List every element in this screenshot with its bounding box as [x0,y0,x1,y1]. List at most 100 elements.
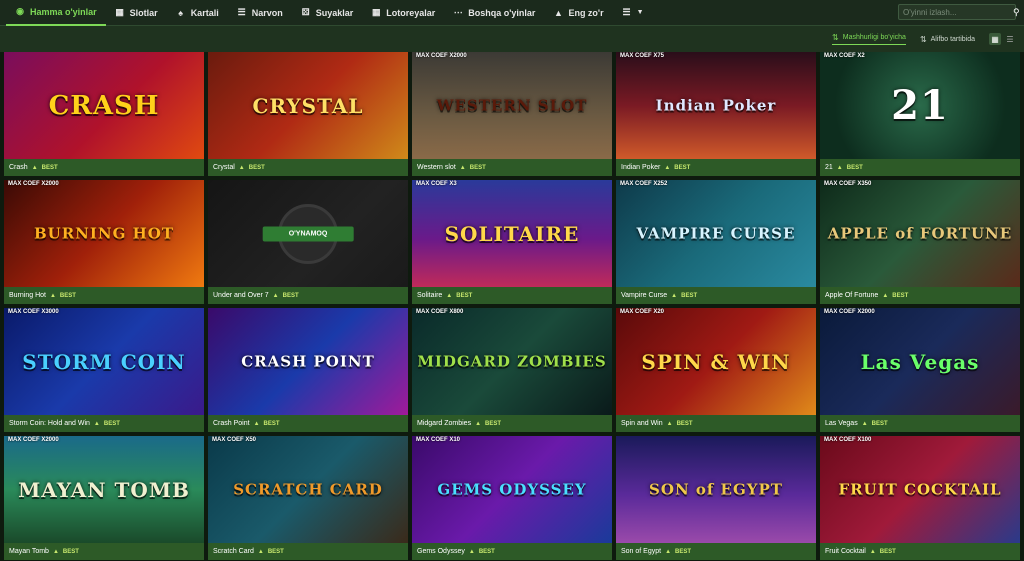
game-card[interactable]: Las Vegas MAX COEF X2000 Las Vegas ▲ BEST [820,308,1020,432]
game-footer: Son of Egypt ▲ BEST [616,543,816,560]
best-badge: BEST [478,548,495,555]
flame-icon: ▲ [666,420,673,427]
game-thumbnail[interactable]: GEMS ODYSSEY MAX COEF X10 [412,436,612,543]
flame-icon: ▲ [882,292,889,299]
game-card[interactable]: BURNING HOT MAX COEF X2000 Burning Hot ▲ BES… [4,180,204,304]
game-card[interactable]: O'YNAMOQ Under and Over 7 ▲ BEST [208,180,408,304]
flame-icon: ▲ [861,420,868,427]
game-logo: SON of EGYPT [649,480,783,498]
game-thumbnail[interactable]: Indian Poker MAX COEF X75 [616,52,816,159]
best-badge: BEST [59,292,76,299]
game-card[interactable]: CRASH POINT Crash Point ▲ BEST [208,308,408,432]
best-badge: BEST [263,420,280,427]
play-button[interactable]: O'YNAMOQ [262,226,354,241]
game-thumbnail[interactable]: SOLITAIRE MAX COEF X3 [412,180,612,287]
gamepad-icon: ◉ [16,6,24,16]
nav-more-menu[interactable]: ☰ ▼ [613,0,653,26]
game-logo: BURNING HOT [33,224,175,242]
nav-lotteries[interactable]: ▦ Lotoreyalar [362,0,444,26]
max-coef-label: MAX COEF X2 [824,53,865,59]
game-logo: MAYAN TOMB [18,477,190,502]
game-logo: 21 [891,81,949,129]
nav-all-games[interactable]: ◉ Hamma o'yinlar [6,0,106,26]
max-coef-label: MAX COEF X252 [620,181,668,187]
game-title: Gems Odyssey [417,548,465,555]
game-card[interactable]: MIDGARD ZOMBIES MAX COEF X800 Midgard Zomb… [412,308,612,432]
game-card[interactable]: GEMS ODYSSEY MAX COEF X10 Gems Odyssey ▲ BES… [412,436,612,560]
game-card[interactable]: STORM COIN MAX COEF X3000 Storm Coin: Hold… [4,308,204,432]
game-logo: CRYSTAL [252,93,364,118]
game-thumbnail[interactable]: MAYAN TOMB MAX COEF X2000 [4,436,204,543]
sort-popular[interactable]: ⇅ Mashhurligi bo'yicha [832,33,906,45]
game-card[interactable]: APPLE of FORTUNE MAX COEF X350 Apple Of Fo… [820,180,1020,304]
max-coef-label: MAX COEF X50 [212,437,257,443]
sort-popular-label: Mashhurligi bo'yicha [842,34,906,41]
game-card[interactable]: 21 MAX COEF X2 21 ▲ BEST [820,52,1020,176]
sort-bar: ⇅ Mashhurligi bo'yicha ⇅ Alifbo tartibid… [0,26,1024,52]
grid-view-icon[interactable]: ▦ [989,33,1001,45]
max-coef-label: MAX COEF X2000 [8,437,59,443]
max-coef-label: MAX COEF X100 [824,437,872,443]
sort-alphabetical[interactable]: ⇅ Alifbo tartibida [920,35,975,44]
nav-dice[interactable]: ⚄ Suyaklar [292,0,363,26]
nav-cards[interactable]: ♠ Kartali [167,0,228,26]
game-thumbnail[interactable]: STORM COIN MAX COEF X3000 [4,308,204,415]
max-coef-label: MAX COEF X75 [620,53,665,59]
best-badge: BEST [456,292,473,299]
nav-best[interactable]: ▲ Eng zo'r [544,0,612,26]
game-thumbnail[interactable]: CRASH POINT [208,308,408,415]
game-thumbnail[interactable]: 21 MAX COEF X2 [820,52,1020,159]
game-card[interactable]: WESTERN SLOT MAX COEF X2000 Western slot ▲ B… [412,52,612,176]
game-footer: Western slot ▲ BEST [412,159,612,176]
game-card[interactable]: CRASH Crash ▲ BEST [4,52,204,176]
best-badge: BEST [892,292,909,299]
game-card[interactable]: Indian Poker MAX COEF X75 Indian Poker ▲ BES… [616,52,816,176]
flame-icon: ▲ [671,292,678,299]
nav-other-games[interactable]: ⋯ Boshqa o'yinlar [444,0,544,26]
game-thumbnail[interactable]: O'YNAMOQ [208,180,408,287]
game-card[interactable]: SPIN & WIN MAX COEF X20 Spin and Win ▲ BEST [616,308,816,432]
max-coef-label: MAX COEF X350 [824,181,872,187]
game-logo: APPLE of FORTUNE [827,224,1013,242]
game-card[interactable]: SON of EGYPT Son of Egypt ▲ BEST [616,436,816,560]
game-thumbnail[interactable]: BURNING HOT MAX COEF X2000 [4,180,204,287]
game-thumbnail[interactable]: Las Vegas MAX COEF X2000 [820,308,1020,415]
max-coef-label: MAX COEF X800 [416,309,464,315]
dots-icon: ⋯ [453,7,463,17]
game-thumbnail[interactable]: SON of EGYPT [616,436,816,543]
best-badge: BEST [675,548,692,555]
game-thumbnail[interactable]: SCRATCH CARD MAX COEF X50 [208,436,408,543]
game-title: Crash Point [213,420,250,427]
game-thumbnail[interactable]: SPIN & WIN MAX COEF X20 [616,308,816,415]
game-thumbnail[interactable]: WESTERN SLOT MAX COEF X2000 [412,52,612,159]
ladder-icon: ☰ [237,7,246,17]
nav-label: Narvon [251,7,283,18]
game-card[interactable]: FRUIT COCKTAIL MAX COEF X100 Fruit Cocktai… [820,436,1020,560]
game-card[interactable]: VAMPIRE CURSE MAX COEF X252 Vampire Curse ▲… [616,180,816,304]
game-thumbnail[interactable]: FRUIT COCKTAIL MAX COEF X100 [820,436,1020,543]
game-thumbnail[interactable]: MIDGARD ZOMBIES MAX COEF X800 [412,308,612,415]
game-footer: Storm Coin: Hold and Win ▲ BEST [4,415,204,432]
game-card[interactable]: CRYSTAL Crystal ▲ BEST [208,52,408,176]
game-footer: Indian Poker ▲ BEST [616,159,816,176]
game-title: Under and Over 7 [213,292,269,299]
game-footer: Las Vegas ▲ BEST [820,415,1020,432]
nav-slots[interactable]: ▦ Slotlar [106,0,167,26]
flame-icon: ▲ [272,292,279,299]
game-card[interactable]: SCRATCH CARD MAX COEF X50 Scratch Card ▲ BES… [208,436,408,560]
game-card[interactable]: SOLITAIRE MAX COEF X3 Solitaire ▲ BEST [412,180,612,304]
game-footer: Spin and Win ▲ BEST [616,415,816,432]
search-input[interactable] [903,7,1013,17]
search-icon[interactable]: ⚲ [1013,7,1020,18]
game-title: Burning Hot [9,292,46,299]
game-thumbnail[interactable]: CRYSTAL [208,52,408,159]
game-thumbnail[interactable]: CRASH [4,52,204,159]
list-view-icon[interactable]: ☰ [1004,33,1016,45]
game-thumbnail[interactable]: VAMPIRE CURSE MAX COEF X252 [616,180,816,287]
game-logo: VAMPIRE CURSE [636,224,796,242]
game-card[interactable]: MAYAN TOMB MAX COEF X2000 Mayan Tomb ▲ BEST [4,436,204,560]
nav-ladder[interactable]: ☰ Narvon [228,0,292,26]
game-title: Mayan Tomb [9,548,49,555]
game-thumbnail[interactable]: APPLE of FORTUNE MAX COEF X350 [820,180,1020,287]
game-title: 21 [825,164,833,171]
